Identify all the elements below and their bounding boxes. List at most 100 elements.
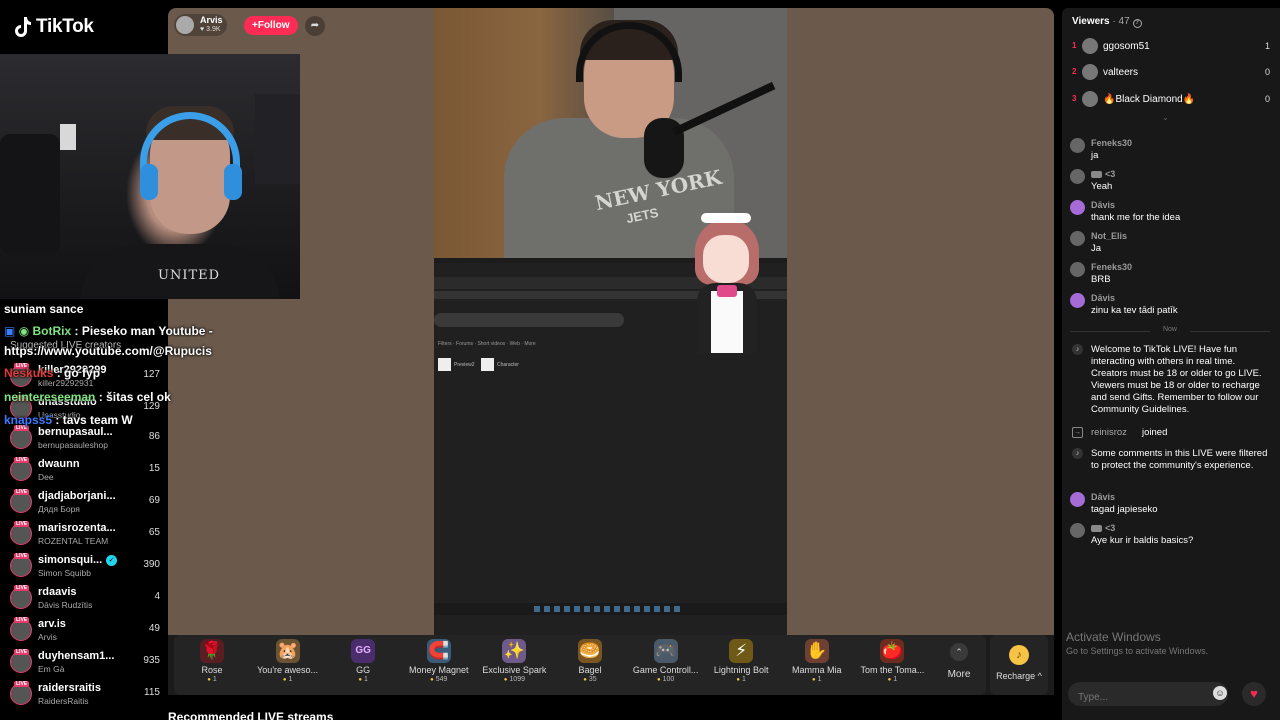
gift-spark[interactable]: ✨ Exclusive Spark1099 xyxy=(476,639,552,691)
creator-row[interactable]: LIVE duyhensam1... Em Gà 935 xyxy=(10,648,160,678)
gift-price: 1 xyxy=(703,676,779,683)
creator-avatar[interactable]: LIVE xyxy=(10,553,32,577)
chat-username-text[interactable]: Not_Elis xyxy=(1091,231,1127,241)
creator-name[interactable]: raidersraitis xyxy=(38,682,101,694)
viewer-row[interactable]: 1 ggosom51 1 xyxy=(1072,38,1272,58)
time-divider: Now xyxy=(1070,326,1270,336)
gift-magnet[interactable]: 🧲 Money Magnet549 xyxy=(401,639,477,691)
gift-tomato[interactable]: 🍅 Tom the Toma...1 xyxy=(854,639,930,691)
creator-row[interactable]: LIVE djadjaborjani... Дядя Боря 69 xyxy=(10,488,160,518)
creator-avatar[interactable]: LIVE xyxy=(10,617,32,641)
user-avatar[interactable] xyxy=(1070,293,1085,308)
chat-username[interactable]: Feneks30 xyxy=(1091,138,1132,148)
creator-display-name: Дядя Боря xyxy=(38,504,80,514)
overlay-line: neintereseeman : šitas cel ok xyxy=(4,390,171,404)
more-gifts-button[interactable]: ⌃ More xyxy=(936,641,982,691)
creator-name[interactable]: marisrozenta... xyxy=(38,522,116,534)
viewer-name[interactable]: valteers xyxy=(1103,67,1138,78)
creator-avatar[interactable]: LIVE xyxy=(10,585,32,609)
chat-username-text[interactable]: Dāvis xyxy=(1091,492,1115,502)
creator-avatar[interactable]: LIVE xyxy=(10,457,32,481)
stream-video: NEW YORK JETS Filters · Forums · Short v… xyxy=(434,8,787,635)
gift-rose[interactable]: 🌹 Rose1 xyxy=(174,639,250,691)
chat-username[interactable]: Dāvis xyxy=(1091,200,1115,210)
chat-username-text[interactable]: <3 xyxy=(1105,523,1115,533)
creator-name[interactable]: djadjaborjani... xyxy=(38,490,116,502)
chat-username-text[interactable]: Feneks30 xyxy=(1091,262,1132,272)
gift-name: You're aweso... xyxy=(257,665,319,675)
viewer-avatar[interactable] xyxy=(1082,91,1098,107)
verified-icon: ✓ xyxy=(106,555,117,566)
chat-username[interactable]: <3 xyxy=(1091,523,1115,533)
chat-username[interactable]: Dāvis xyxy=(1091,492,1115,502)
creator-name[interactable]: duyhensam1... xyxy=(38,650,114,662)
gift-controller[interactable]: 🎮 Game Controll...100 xyxy=(628,639,704,691)
chevron-down-icon[interactable]: ⌄ xyxy=(1162,113,1169,122)
live-badge: LIVE xyxy=(14,457,30,463)
creator-row[interactable]: LIVE bernupasaul... bernupasauleshop 86 xyxy=(10,424,160,454)
chat-username[interactable]: Dāvis xyxy=(1091,293,1115,303)
recharge-button[interactable]: ♪ Recharge ^ xyxy=(990,635,1048,695)
user-avatar[interactable] xyxy=(1070,523,1085,538)
emoji-icon[interactable]: ☺ xyxy=(1213,686,1227,700)
like-heart-icon[interactable]: ♥ xyxy=(1242,682,1266,706)
chat-username-text[interactable]: Dāvis xyxy=(1091,200,1115,210)
creator-avatar[interactable]: LIVE xyxy=(10,681,32,705)
viewer-score: 1 xyxy=(1264,41,1270,51)
host-name[interactable]: Arvis xyxy=(200,15,223,25)
host-avatar[interactable] xyxy=(176,16,194,34)
user-avatar[interactable] xyxy=(1070,138,1085,153)
creator-row[interactable]: LIVE arv.is Arvis 49 xyxy=(10,616,160,646)
creator-avatar[interactable]: LIVE xyxy=(10,489,32,513)
viewer-count: 49 xyxy=(148,623,160,634)
gift-bagel[interactable]: 🥯 Bagel35 xyxy=(552,639,628,691)
chat-input[interactable] xyxy=(1068,682,1228,706)
chat-username[interactable]: Feneks30 xyxy=(1091,262,1132,272)
info-icon[interactable]: ? xyxy=(1132,19,1142,28)
tiktok-logo[interactable]: TikTok xyxy=(14,16,94,38)
chat-username[interactable]: <3 xyxy=(1091,169,1115,179)
creator-row[interactable]: LIVE dwaunn Dee 15 xyxy=(10,456,160,486)
creator-row[interactable]: LIVE raidersraitis RaidersRaitis 115 xyxy=(10,680,160,710)
creator-name[interactable]: arv.is xyxy=(38,618,66,630)
gift-pet[interactable]: 🐹 You're aweso...1 xyxy=(250,639,326,691)
user-avatar[interactable] xyxy=(1070,492,1085,507)
creator-row[interactable]: LIVE marisrozenta... ROZENTAL TEAM 65 xyxy=(10,520,160,550)
viewer-name[interactable]: 🔥Black Diamond🔥 xyxy=(1103,94,1195,105)
user-avatar[interactable] xyxy=(1070,262,1085,277)
viewers-header[interactable]: Viewers · 47? xyxy=(1072,16,1142,28)
chat-username-text[interactable]: Feneks30 xyxy=(1091,138,1132,148)
share-icon[interactable]: ➦ xyxy=(305,16,325,36)
gift-hand[interactable]: ✋ Mamma Mia1 xyxy=(779,639,855,691)
user-avatar[interactable] xyxy=(1070,200,1085,215)
viewer-name[interactable]: ggosom51 xyxy=(1103,41,1150,52)
creator-avatar[interactable]: LIVE xyxy=(10,425,32,449)
spark-icon: ✨ xyxy=(502,639,527,663)
viewer-count: 390 xyxy=(143,559,160,570)
creator-avatar[interactable]: LIVE xyxy=(10,521,32,545)
chat-username-text[interactable]: Dāvis xyxy=(1091,293,1115,303)
chat-username-text[interactable]: <3 xyxy=(1105,169,1115,179)
viewer-row[interactable]: 3 🔥Black Diamond🔥 0 xyxy=(1072,91,1272,111)
viewer-avatar[interactable] xyxy=(1082,64,1098,80)
gift-lightning[interactable]: ⚡ Lightning Bolt1 xyxy=(703,639,779,691)
host-info[interactable]: Arvis ♥ 3.9K xyxy=(174,14,227,36)
user-avatar[interactable] xyxy=(1070,231,1085,246)
live-stream-player[interactable]: Arvis ♥ 3.9K +Follow ➦ NEW YORK JETS Fil… xyxy=(168,8,1054,635)
viewer-count: 15 xyxy=(148,463,160,474)
gift-price: 100 xyxy=(628,676,704,683)
user-avatar[interactable] xyxy=(1070,169,1085,184)
follow-button[interactable]: +Follow xyxy=(244,16,298,35)
creator-name[interactable]: simonsqui... xyxy=(38,554,102,566)
chat-text: BRB xyxy=(1091,274,1111,285)
gift-name: Rose xyxy=(201,665,223,675)
creator-name[interactable]: rdaavis xyxy=(38,586,77,598)
viewer-avatar[interactable] xyxy=(1082,38,1098,54)
gift-gg[interactable]: GGGG1 xyxy=(325,639,401,691)
creator-row[interactable]: LIVE simonsqui... Simon Squibb 390 ✓ xyxy=(10,552,160,582)
creator-avatar[interactable]: LIVE xyxy=(10,649,32,673)
viewer-row[interactable]: 2 valteers 0 xyxy=(1072,64,1272,84)
creator-name[interactable]: dwaunn xyxy=(38,458,80,470)
chat-username[interactable]: Not_Elis xyxy=(1091,231,1127,241)
creator-row[interactable]: LIVE rdaavis Dāvis Rudzītis 4 xyxy=(10,584,160,614)
